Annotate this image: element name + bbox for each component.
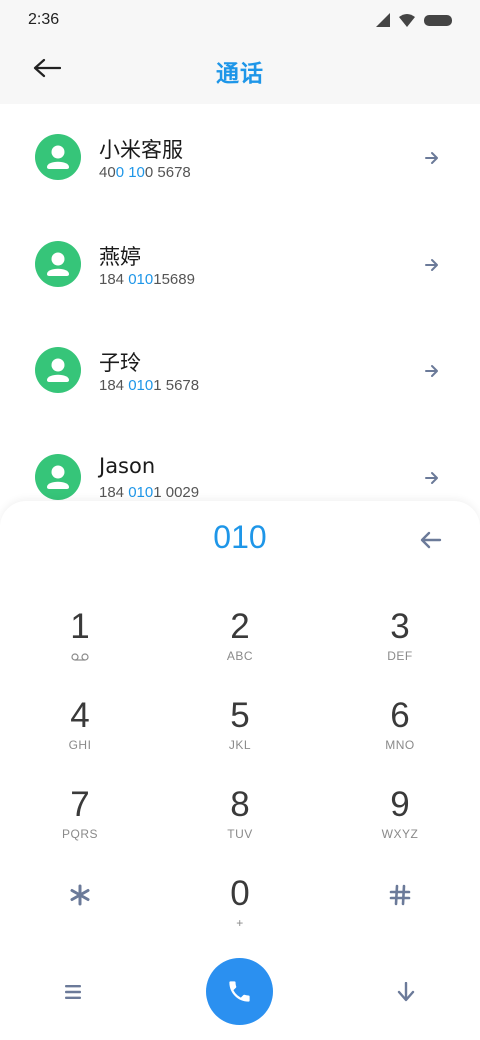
- star-icon: [70, 884, 90, 906]
- contact-row[interactable]: Jason 184 0101 0029: [0, 424, 480, 505]
- key-digit: 9: [390, 785, 410, 824]
- key-6[interactable]: 6 MNO: [340, 690, 460, 768]
- contact-detail-button[interactable]: [424, 363, 440, 377]
- number-match-highlight: 010: [128, 377, 154, 394]
- hash-icon: [389, 884, 411, 906]
- status-icons: [376, 13, 452, 27]
- key-digit: 5: [230, 696, 250, 735]
- key-hash[interactable]: [340, 868, 460, 946]
- app-header: 通话: [0, 40, 480, 104]
- chevron-down-arrow-icon: [397, 981, 415, 1002]
- contact-row[interactable]: 小米客服 400 100 5678: [0, 104, 480, 210]
- contact-number: 184 01015689: [99, 271, 195, 288]
- key-9[interactable]: 9 WXYZ: [340, 779, 460, 857]
- number-match-highlight: 010: [128, 483, 154, 501]
- number-segment: 0 5678: [144, 164, 191, 181]
- arrow-right-icon: [425, 152, 438, 164]
- contact-detail-button[interactable]: [424, 150, 440, 164]
- arrow-right-icon: [425, 258, 438, 271]
- key-letters: ABC: [226, 649, 254, 663]
- key-2[interactable]: 2 ABC: [180, 601, 300, 679]
- key-letters: +: [236, 916, 244, 930]
- key-digit: 2: [230, 607, 250, 646]
- contact-row[interactable]: 燕婷 184 01015689: [0, 211, 480, 317]
- key-digit: 0: [230, 874, 250, 913]
- number-match-highlight: 010: [128, 270, 154, 288]
- contact-name: Jason: [99, 453, 156, 478]
- arrow-right-icon: [425, 471, 438, 484]
- person-icon: [47, 465, 69, 489]
- contact-name: 子玲: [99, 351, 141, 375]
- key-star[interactable]: [20, 868, 140, 946]
- status-time: 2:36: [28, 11, 60, 28]
- number-segment: 184: [99, 270, 129, 288]
- contact-avatar: [35, 347, 81, 393]
- key-3[interactable]: 3 DEF: [340, 601, 460, 679]
- key-1[interactable]: 1: [20, 601, 140, 679]
- key-letters: WXYZ: [381, 827, 419, 841]
- contact-row[interactable]: 子玲 184 0101 5678: [0, 317, 480, 423]
- contact-name: 小米客服: [99, 138, 183, 162]
- key-digit: 7: [70, 785, 90, 824]
- person-icon: [47, 358, 69, 382]
- bottom-bar: [0, 958, 480, 1040]
- number-match-highlight: 10: [128, 164, 145, 181]
- key-letters: GHI: [68, 738, 92, 752]
- number-segment: 184: [99, 377, 129, 394]
- key-letters: JKL: [228, 738, 252, 752]
- contact-avatar: [35, 134, 81, 180]
- contact-detail-button[interactable]: [424, 257, 440, 271]
- battery-icon: [424, 15, 452, 26]
- key-4[interactable]: 4 GHI: [20, 690, 140, 768]
- person-icon: [47, 252, 69, 276]
- key-digit: 8: [230, 785, 250, 824]
- number-segment: 1 5678: [153, 377, 200, 394]
- status-bar: 2:36: [0, 0, 480, 40]
- key-digit: 3: [390, 607, 410, 646]
- key-letters: PQRS: [61, 827, 98, 841]
- backspace-button[interactable]: [420, 531, 442, 549]
- contact-avatar: [35, 453, 81, 500]
- arrow-right-icon: [425, 365, 438, 377]
- contact-detail-button[interactable]: [424, 470, 440, 484]
- number-segment: 15689: [153, 270, 195, 288]
- key-letters: TUV: [227, 827, 253, 841]
- number-segment: 184: [99, 483, 129, 501]
- contact-name: 燕婷: [99, 244, 141, 269]
- key-letters: MNO: [385, 738, 415, 752]
- number-segment: 40: [99, 164, 116, 181]
- key-7[interactable]: 7 PQRS: [20, 779, 140, 857]
- voicemail-icon: [71, 653, 89, 661]
- contact-number: 400 100 5678: [99, 164, 191, 181]
- contact-number: 184 0101 0029: [99, 484, 199, 501]
- key-letters: DEF: [387, 649, 413, 663]
- contact-number: 184 0101 5678: [99, 377, 199, 394]
- contact-list: 小米客服 400 100 5678 燕婷 184 01015689 子玲 184 0101…: [0, 104, 480, 504]
- contact-avatar: [35, 240, 81, 287]
- menu-icon: [65, 985, 81, 999]
- phone-icon: [229, 981, 250, 1002]
- signal-icon: [376, 13, 390, 27]
- key-digit: 6: [390, 696, 410, 735]
- call-button[interactable]: [206, 958, 273, 1025]
- collapse-dialpad-button[interactable]: [397, 981, 415, 1002]
- number-segment: 1 0029: [153, 483, 200, 501]
- key-5[interactable]: 5 JKL: [180, 690, 300, 768]
- key-digit: 1: [70, 607, 90, 646]
- dialed-number: 010: [213, 519, 267, 555]
- key-0[interactable]: 0 +: [180, 868, 300, 946]
- person-icon: [47, 145, 69, 169]
- menu-button[interactable]: [64, 984, 82, 1000]
- backspace-arrow-icon: [420, 531, 442, 549]
- key-digit: 4: [70, 696, 90, 735]
- page-title: 通话: [216, 61, 264, 87]
- key-8[interactable]: 8 TUV: [180, 779, 300, 857]
- number-match-highlight: 0: [115, 164, 125, 181]
- wifi-icon: [399, 14, 415, 27]
